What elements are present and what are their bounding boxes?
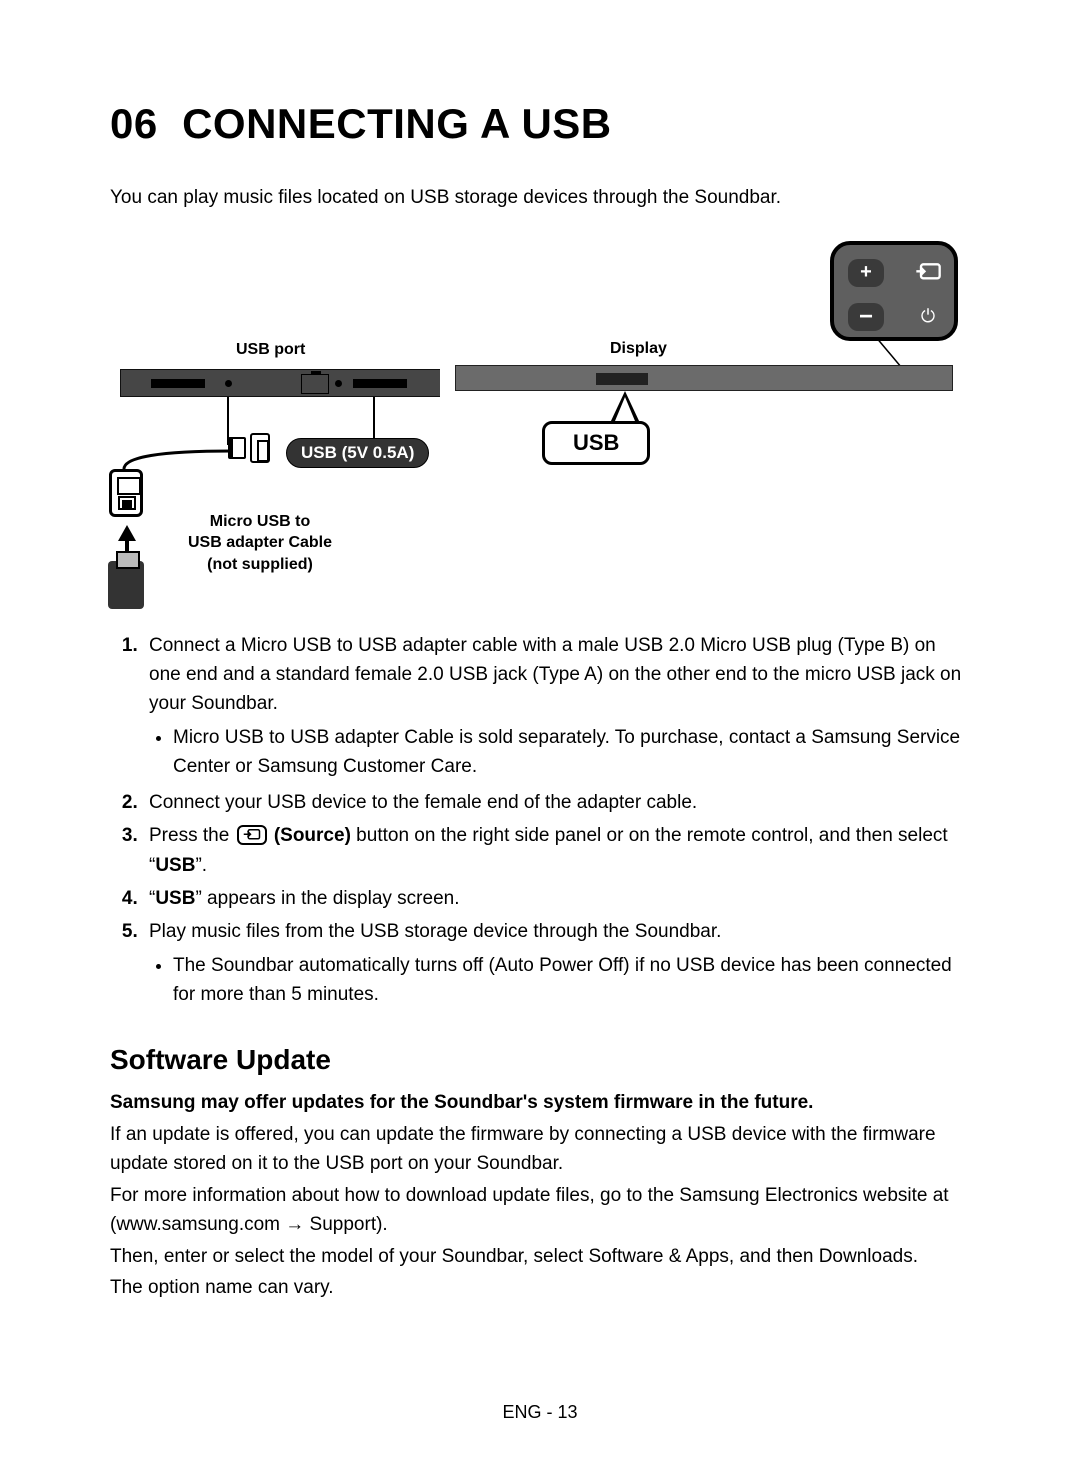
usb-port-label: USB port	[236, 341, 305, 359]
soundbar-display-area	[596, 373, 648, 385]
step-3: Press the (Source) button on the right s…	[143, 821, 970, 880]
software-update-p4: The option name can vary.	[110, 1273, 970, 1302]
adapter-label-line: USB adapter Cable	[188, 534, 332, 551]
step-3-text-c: ”.	[195, 855, 207, 876]
step-3-text-a: Press the	[149, 825, 235, 846]
section-title-text: CONNECTING A USB	[182, 100, 612, 147]
sw-p2-a: For more information about how to downlo…	[110, 1185, 949, 1235]
step-1: Connect a Micro USB to USB adapter cable…	[143, 631, 970, 782]
soundbar-left-underside	[120, 369, 440, 397]
step-3-source-label: (Source)	[274, 825, 351, 846]
section-title: 06 CONNECTING A USB	[110, 100, 970, 148]
source-button-icon	[914, 259, 942, 287]
step-5: Play music files from the USB storage de…	[143, 917, 970, 1009]
page-footer: ENG - 13	[0, 1402, 1080, 1423]
usb-a-plug-icon	[108, 561, 144, 609]
step-4-usb: USB	[155, 888, 195, 909]
display-label: Display	[610, 340, 667, 358]
sw-p2-b: Support).	[304, 1214, 387, 1235]
software-update-p1: If an update is offered, you can update …	[110, 1120, 970, 1179]
usb-storage-icon	[109, 469, 143, 517]
section-number: 06	[110, 100, 158, 147]
step-4: “USB” appears in the display screen.	[143, 884, 970, 913]
adapter-label-line: (not supplied)	[207, 556, 313, 573]
software-update-bold: Samsung may offer updates for the Soundb…	[110, 1092, 970, 1114]
software-update-p2: For more information about how to downlo…	[110, 1181, 970, 1240]
source-icon	[237, 825, 267, 845]
volume-down-button: −	[848, 303, 884, 331]
adapter-label-line: Micro USB to	[210, 513, 310, 530]
step-3-usb: USB	[155, 855, 195, 876]
soundbar-front	[455, 365, 953, 391]
volume-up-button: +	[848, 259, 884, 287]
usb-connection-diagram: + − ⏻ USB port USB (5V 0.5A) Micro USB t…	[110, 241, 970, 611]
bubble-pointer	[610, 391, 640, 423]
step-1-bullet: Micro USB to USB adapter Cable is sold s…	[173, 723, 970, 782]
step-1-text: Connect a Micro USB to USB adapter cable…	[149, 635, 961, 715]
intro-text: You can play music files located on USB …	[110, 184, 970, 213]
step-3-text-b: button on the right side panel or on the…	[149, 825, 948, 875]
software-update-p3: Then, enter or select the model of your …	[110, 1242, 970, 1271]
usb-power-label: USB (5V 0.5A)	[286, 438, 429, 468]
adapter-cable-label: Micro USB to USB adapter Cable (not supp…	[160, 511, 360, 576]
step-2: Connect your USB device to the female en…	[143, 788, 970, 817]
remote-control: + − ⏻	[830, 241, 958, 341]
step-5-bullet: The Soundbar automatically turns off (Au…	[173, 951, 970, 1010]
power-button-icon: ⏻	[914, 303, 942, 331]
step-4-text-b: ” appears in the display screen.	[195, 888, 459, 909]
arrow-right-icon: →	[285, 1214, 304, 1235]
display-usb-bubble: USB	[542, 421, 650, 465]
step-5-text: Play music files from the USB storage de…	[149, 921, 721, 942]
instruction-steps: Connect a Micro USB to USB adapter cable…	[115, 631, 970, 1010]
software-update-heading: Software Update	[110, 1044, 970, 1076]
